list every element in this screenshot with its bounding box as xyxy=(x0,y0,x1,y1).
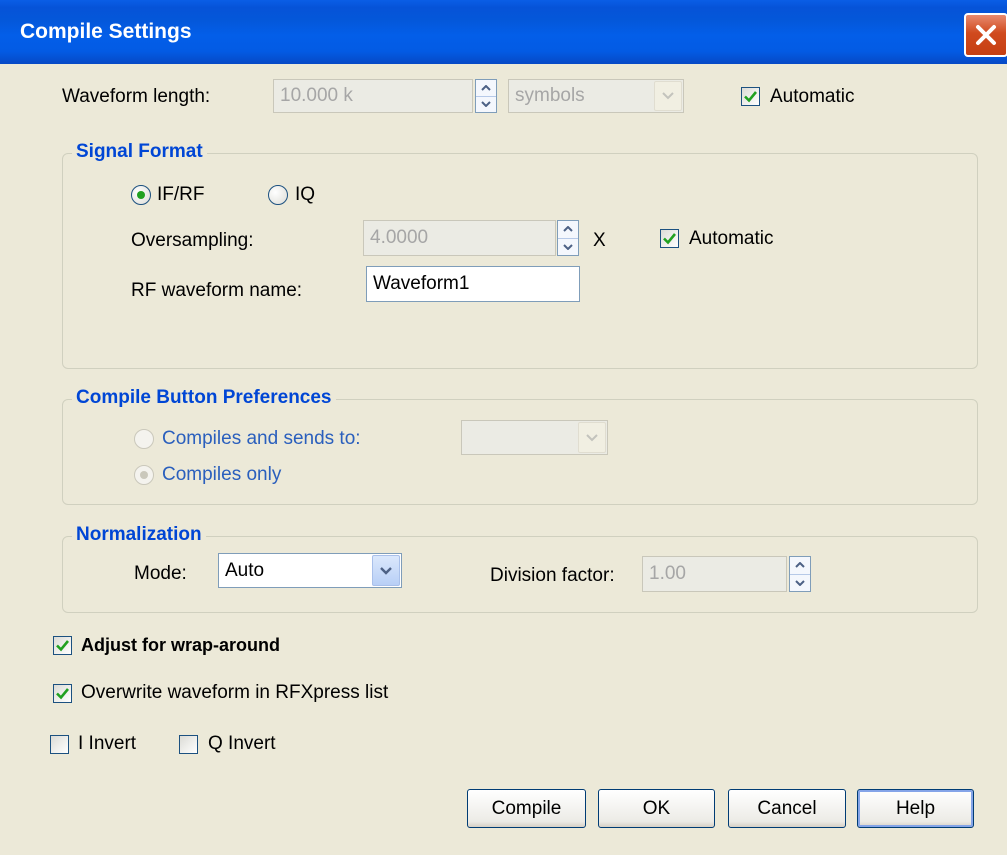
spin-up-icon[interactable] xyxy=(558,221,578,238)
oversampling-unit: X xyxy=(593,230,606,251)
wrap-around-label: Adjust for wrap-around xyxy=(81,635,280,655)
iq-radio[interactable] xyxy=(268,185,288,205)
waveform-unit-select[interactable]: symbols xyxy=(508,79,684,113)
chevron-down-icon[interactable] xyxy=(372,555,400,586)
mode-label: Mode: xyxy=(134,563,187,584)
division-factor-input[interactable]: 1.00 xyxy=(642,556,787,592)
rf-waveform-name-input[interactable]: Waveform1 xyxy=(366,266,580,302)
q-invert-label: Q Invert xyxy=(208,733,276,754)
oversampling-value: 4.0000 xyxy=(370,227,429,248)
title-bar[interactable]: Compile Settings xyxy=(0,0,1007,64)
compiles-only-label: Compiles only xyxy=(162,464,282,485)
close-button[interactable] xyxy=(964,13,1007,57)
spin-down-icon[interactable] xyxy=(558,237,578,256)
send-target-select[interactable] xyxy=(461,420,608,455)
division-factor-spinner[interactable] xyxy=(789,556,811,592)
compiles-only-radio[interactable] xyxy=(134,465,154,485)
spin-down-icon[interactable] xyxy=(476,95,496,113)
mode-select[interactable]: Auto xyxy=(218,553,402,588)
waveform-automatic-label: Automatic xyxy=(770,86,855,107)
division-factor-label: Division factor: xyxy=(490,565,615,586)
oversampling-automatic-checkbox[interactable] xyxy=(660,229,679,248)
waveform-length-value: 10.000 k xyxy=(280,85,353,106)
ifrf-label: IF/RF xyxy=(157,184,205,205)
compiles-and-sends-label: Compiles and sends to: xyxy=(162,428,361,449)
check-mark-icon xyxy=(663,233,677,245)
oversampling-spinner[interactable] xyxy=(557,220,579,256)
division-factor-value: 1.00 xyxy=(649,563,686,584)
oversampling-label: Oversampling: xyxy=(131,230,254,251)
waveform-length-label: Waveform length: xyxy=(62,86,211,107)
spin-up-icon[interactable] xyxy=(790,557,810,574)
compile-button[interactable]: Compile xyxy=(467,789,586,828)
waveform-length-input[interactable]: 10.000 k xyxy=(273,79,473,113)
check-mark-icon xyxy=(56,688,70,700)
help-button[interactable]: Help xyxy=(857,789,974,828)
radio-selected-dot xyxy=(137,191,145,199)
iq-label: IQ xyxy=(295,184,316,205)
spin-up-icon[interactable] xyxy=(476,80,496,96)
ifrf-radio[interactable] xyxy=(131,185,151,205)
rf-waveform-name-label: RF waveform name: xyxy=(131,280,303,301)
compiles-and-sends-radio[interactable] xyxy=(134,429,154,449)
check-mark-icon xyxy=(744,91,758,103)
chevron-down-icon[interactable] xyxy=(654,81,682,111)
wrap-around-checkbox[interactable] xyxy=(53,636,72,655)
oversampling-input[interactable]: 4.0000 xyxy=(363,220,556,256)
ok-button[interactable]: OK xyxy=(598,789,715,828)
i-invert-checkbox[interactable] xyxy=(50,735,69,754)
overwrite-waveform-label: Overwrite waveform in RFXpress list xyxy=(81,682,389,703)
overwrite-waveform-checkbox[interactable] xyxy=(53,684,72,703)
mode-value: Auto xyxy=(225,559,265,581)
chevron-down-icon[interactable] xyxy=(578,422,606,453)
rf-waveform-name-value: Waveform1 xyxy=(373,273,470,294)
check-mark-icon xyxy=(56,640,70,652)
window-title: Compile Settings xyxy=(20,20,192,43)
spin-down-icon[interactable] xyxy=(790,573,810,592)
radio-selected-dot xyxy=(140,471,148,479)
q-invert-checkbox[interactable] xyxy=(179,735,198,754)
close-icon xyxy=(976,25,996,45)
compile-prefs-title: Compile Button Preferences xyxy=(72,387,336,409)
waveform-unit-value: symbols xyxy=(515,85,585,106)
oversampling-automatic-label: Automatic xyxy=(689,228,774,249)
signal-format-title: Signal Format xyxy=(72,141,207,163)
compile-settings-dialog: Compile Settings Waveform length: 10.000… xyxy=(0,0,1007,855)
cancel-button[interactable]: Cancel xyxy=(728,789,846,828)
normalization-title: Normalization xyxy=(72,524,206,546)
waveform-automatic-checkbox[interactable] xyxy=(741,87,760,106)
waveform-length-spinner[interactable] xyxy=(475,79,497,113)
i-invert-label: I Invert xyxy=(78,733,137,754)
